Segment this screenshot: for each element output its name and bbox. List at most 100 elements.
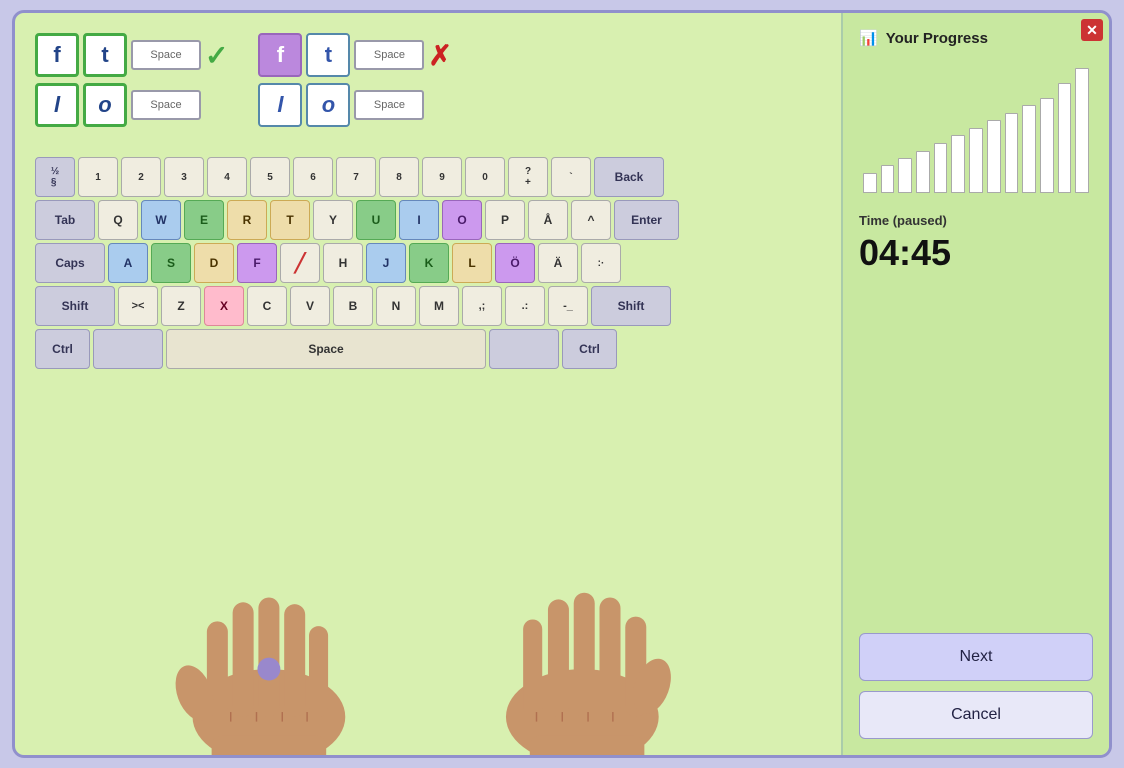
progress-title: 📊 Your Progress xyxy=(859,29,1093,47)
key-plus[interactable]: ?+ xyxy=(508,157,548,197)
progress-icon: 📊 xyxy=(859,29,878,47)
keyboard-row-space: Ctrl Space Ctrl xyxy=(35,329,755,369)
progress-section: 📊 Your Progress Time (paused) 04:45 xyxy=(859,29,1093,294)
key-comma[interactable]: ,; xyxy=(462,286,502,326)
chart-bar xyxy=(898,158,912,193)
key-4[interactable]: 4 xyxy=(207,157,247,197)
key-half-section[interactable]: ½§ xyxy=(35,157,75,197)
key-v[interactable]: V xyxy=(290,286,330,326)
key-colon[interactable]: :· xyxy=(581,243,621,283)
key-a-umlaut[interactable]: Ä xyxy=(538,243,578,283)
key-win-right[interactable] xyxy=(489,329,559,369)
key-caps[interactable]: Caps xyxy=(35,243,105,283)
key-6[interactable]: 6 xyxy=(293,157,333,197)
cancel-button[interactable]: Cancel xyxy=(859,691,1093,739)
key-x[interactable]: X xyxy=(204,286,244,326)
chart-bar xyxy=(951,135,965,193)
key-win-left[interactable] xyxy=(93,329,163,369)
key-l[interactable]: L xyxy=(452,243,492,283)
key-angle-bracket[interactable]: >< xyxy=(118,286,158,326)
key-o[interactable]: O xyxy=(442,200,482,240)
key-5[interactable]: 5 xyxy=(250,157,290,197)
chart-bar xyxy=(1005,113,1019,193)
key-t-correct: t xyxy=(83,33,127,77)
word-display-area: f t Space ✓ l o Space f t Space ✗ xyxy=(35,33,821,127)
close-button[interactable]: ✕ xyxy=(1081,19,1103,41)
key-caret[interactable]: ^ xyxy=(571,200,611,240)
key-s[interactable]: S xyxy=(151,243,191,283)
key-shift-right[interactable]: Shift xyxy=(591,286,671,326)
space-key-correct-1: Space xyxy=(131,40,201,70)
key-h[interactable]: H xyxy=(323,243,363,283)
key-y[interactable]: Y xyxy=(313,200,353,240)
hands-area xyxy=(15,535,841,755)
key-n[interactable]: N xyxy=(376,286,416,326)
key-enter[interactable]: Enter xyxy=(614,200,679,240)
space-key-correct-2: Space xyxy=(131,90,201,120)
key-o-attempt: o xyxy=(306,83,350,127)
chart-bar xyxy=(1040,98,1054,193)
key-0[interactable]: 0 xyxy=(465,157,505,197)
main-container: ✕ f t Space ✓ l o Space xyxy=(12,10,1112,758)
next-button[interactable]: Next xyxy=(859,633,1093,681)
right-panel: 📊 Your Progress Time (paused) 04:45 Next… xyxy=(841,13,1109,755)
chart-bar xyxy=(934,143,948,193)
key-a-ring[interactable]: Å xyxy=(528,200,568,240)
key-8[interactable]: 8 xyxy=(379,157,419,197)
key-m[interactable]: M xyxy=(419,286,459,326)
checkmark: ✓ xyxy=(205,39,228,72)
key-period[interactable]: .: xyxy=(505,286,545,326)
key-minus[interactable]: -_ xyxy=(548,286,588,326)
key-9[interactable]: 9 xyxy=(422,157,462,197)
space-key-attempt-2: Space xyxy=(354,90,424,120)
key-f[interactable]: F xyxy=(237,243,277,283)
key-q[interactable]: Q xyxy=(98,200,138,240)
chart-bar xyxy=(1022,105,1036,193)
attempt-word-group: f t Space ✗ l o Space xyxy=(258,33,451,127)
keyboard-row-qwerty: Tab Q W E R T Y U I O P Å ^ Enter xyxy=(35,200,755,240)
key-j[interactable]: J xyxy=(366,243,406,283)
key-slash-cross[interactable]: ╱ xyxy=(280,243,320,283)
key-space[interactable]: Space xyxy=(166,329,486,369)
chart-bar xyxy=(863,173,877,193)
key-b[interactable]: B xyxy=(333,286,373,326)
key-a[interactable]: A xyxy=(108,243,148,283)
space-key-attempt-1: Space xyxy=(354,40,424,70)
keyboard-area: ½§ 1 2 3 4 5 6 7 8 9 0 ?+ ` Back Tab Q W… xyxy=(35,157,755,372)
key-i[interactable]: I xyxy=(399,200,439,240)
key-w[interactable]: W xyxy=(141,200,181,240)
key-o-correct: o xyxy=(83,83,127,127)
attempt-row1: f t Space ✗ xyxy=(258,33,451,77)
key-z[interactable]: Z xyxy=(161,286,201,326)
chart-bar xyxy=(916,151,930,193)
key-t[interactable]: T xyxy=(270,200,310,240)
right-hand xyxy=(428,545,708,755)
key-2[interactable]: 2 xyxy=(121,157,161,197)
key-k[interactable]: K xyxy=(409,243,449,283)
key-f-attempt: f xyxy=(258,33,302,77)
key-p[interactable]: P xyxy=(485,200,525,240)
left-panel: f t Space ✓ l o Space f t Space ✗ xyxy=(15,13,841,755)
keyboard-row-numbers: ½§ 1 2 3 4 5 6 7 8 9 0 ?+ ` Back xyxy=(35,157,755,197)
key-e[interactable]: E xyxy=(184,200,224,240)
keyboard-row-asdf: Caps A S D F ╱ H J K L Ö Ä :· xyxy=(35,243,755,283)
key-o-umlaut[interactable]: Ö xyxy=(495,243,535,283)
key-shift-left[interactable]: Shift xyxy=(35,286,115,326)
key-r[interactable]: R xyxy=(227,200,267,240)
chart-bar xyxy=(881,165,895,193)
key-tab[interactable]: Tab xyxy=(35,200,95,240)
key-c[interactable]: C xyxy=(247,286,287,326)
key-ctrl-left[interactable]: Ctrl xyxy=(35,329,90,369)
key-7[interactable]: 7 xyxy=(336,157,376,197)
key-3[interactable]: 3 xyxy=(164,157,204,197)
correct-word-group: f t Space ✓ l o Space xyxy=(35,33,228,127)
key-backtick[interactable]: ` xyxy=(551,157,591,197)
key-t-attempt: t xyxy=(306,33,350,77)
key-ctrl-right[interactable]: Ctrl xyxy=(562,329,617,369)
correct-row2: l o Space xyxy=(35,83,228,127)
key-1[interactable]: 1 xyxy=(78,157,118,197)
key-d[interactable]: D xyxy=(194,243,234,283)
xmark: ✗ xyxy=(428,39,451,72)
key-u[interactable]: U xyxy=(356,200,396,240)
key-backspace[interactable]: Back xyxy=(594,157,664,197)
